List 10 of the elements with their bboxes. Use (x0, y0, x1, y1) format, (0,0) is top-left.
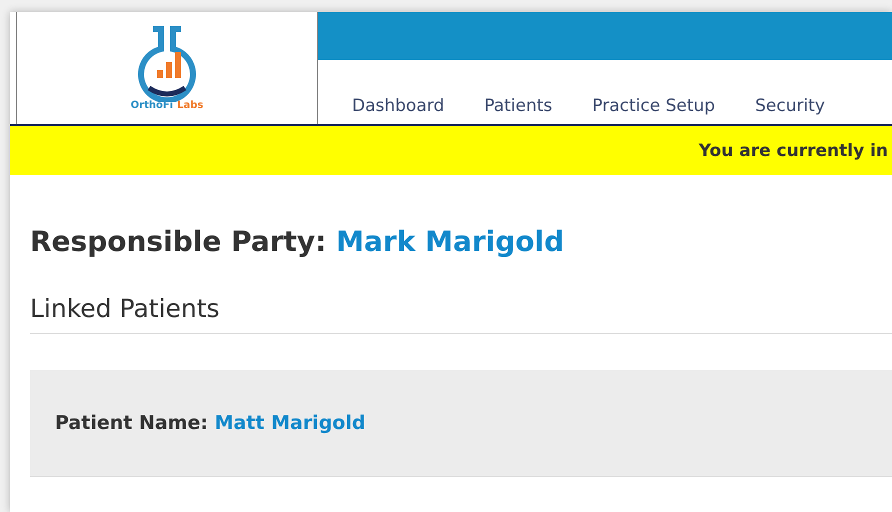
banner-text: You are currently in (698, 140, 888, 160)
section-title: Linked Patients (30, 294, 892, 334)
page-heading: Responsible Party: Mark Marigold (30, 225, 566, 258)
party-name-link[interactable]: Mark Marigold (336, 225, 564, 258)
nav-link[interactable]: Practice Setup (592, 96, 716, 116)
brand-name: Labs (177, 100, 204, 110)
patient-name-label: Patient Name: Matt Marigold (55, 412, 366, 434)
nav-link[interactable]: Patients (484, 96, 552, 116)
nav-link[interactable]: Dashboard (352, 96, 444, 116)
nav-link[interactable]: Security (755, 96, 825, 116)
